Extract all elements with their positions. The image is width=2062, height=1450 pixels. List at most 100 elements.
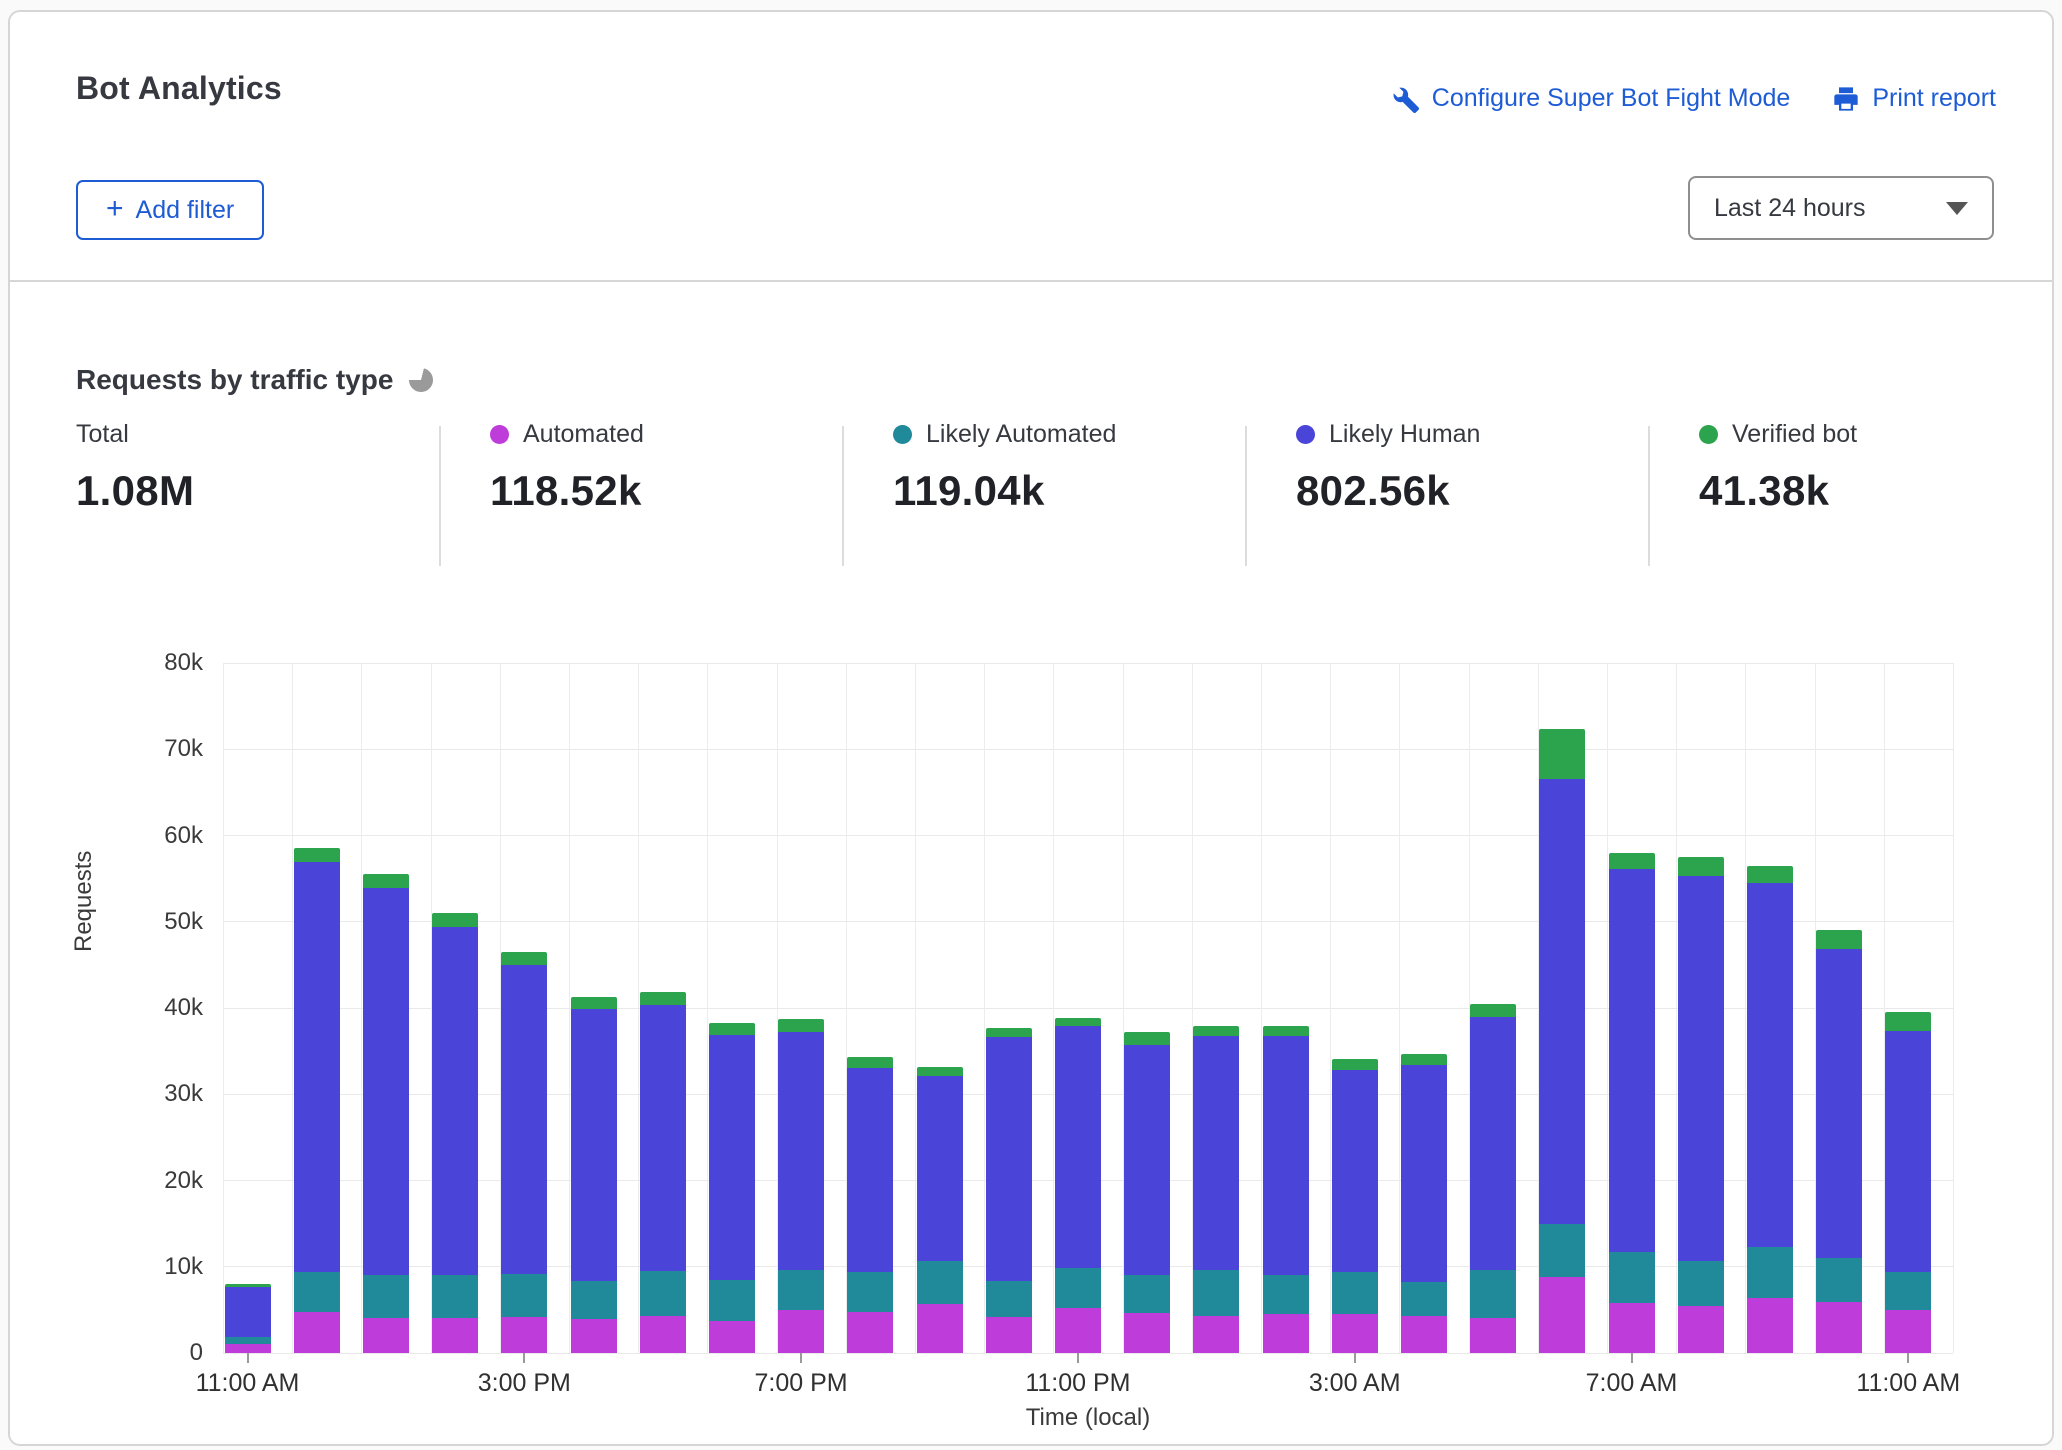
segment-likely-automated [778,1270,824,1310]
y-tick-label: 60k [83,822,203,850]
x-tick [1354,1353,1356,1363]
segment-likely-human [778,1032,824,1270]
segment-likely-human [571,1009,617,1282]
segment-automated [847,1312,893,1353]
stat-divider [1245,426,1247,566]
stat-label: Total [76,420,129,449]
segment-likely-automated [1055,1268,1101,1308]
bar-6-00-pm[interactable] [709,1023,755,1353]
segment-likely-automated [1401,1282,1447,1316]
stat-label: Likely Automated [926,420,1116,449]
stat-likely-human: Likely Human802.56k [1296,420,1686,515]
segment-verified-bot [432,913,478,927]
y-tick-label: 10k [83,1253,203,1281]
bar-10-00-pm[interactable] [986,1028,1032,1353]
segment-automated [1539,1277,1585,1353]
x-tick-label: 3:00 PM [404,1369,644,1398]
segment-likely-automated [1816,1258,1862,1302]
stat-value: 802.56k [1296,467,1686,515]
y-tick-label: 40k [83,994,203,1022]
bar-4-00-am[interactable] [1401,1054,1447,1353]
bar-1-00-am[interactable] [1193,1026,1239,1353]
segment-likely-automated [1678,1261,1724,1306]
bar-6-00-am[interactable] [1539,729,1585,1353]
segment-verified-bot [1055,1018,1101,1027]
section-title-row: Requests by traffic type [76,364,433,396]
bar-11-00-am[interactable] [225,1284,271,1353]
bar-7-00-pm[interactable] [778,1019,824,1353]
segment-automated [1263,1314,1309,1353]
time-range-select[interactable]: Last 24 hours [1688,176,1994,240]
segment-verified-bot [1401,1054,1447,1065]
segment-automated [1885,1310,1931,1353]
bar-12-00-am[interactable] [1124,1032,1170,1353]
stat-label: Verified bot [1732,420,1857,449]
segment-likely-human [1263,1036,1309,1275]
bar-11-00-am[interactable] [1885,1012,1931,1353]
segment-likely-automated [986,1281,1032,1317]
print-report-link[interactable]: Print report [1832,84,1996,113]
segment-verified-bot [1332,1059,1378,1070]
y-tick-label: 80k [83,649,203,677]
segment-automated [1747,1298,1793,1353]
configure-super-bot-fight-mode-link[interactable]: Configure Super Bot Fight Mode [1392,84,1791,113]
segment-automated [225,1344,271,1353]
segment-likely-automated [1539,1224,1585,1277]
bar-5-00-pm[interactable] [640,992,686,1353]
segment-likely-automated [225,1337,271,1345]
bar-7-00-am[interactable] [1609,853,1655,1353]
bar-4-00-pm[interactable] [571,997,617,1353]
x-tick [1907,1353,1909,1363]
segment-likely-automated [1609,1252,1655,1303]
segment-likely-automated [432,1275,478,1317]
stat-total: Total1.08M [76,420,466,515]
add-filter-button[interactable]: + Add filter [76,180,264,240]
segment-likely-automated [1747,1247,1793,1298]
stat-label: Automated [523,420,644,449]
legend-dot [1699,425,1718,444]
bar-2-00-pm[interactable] [432,913,478,1353]
bar-3-00-pm[interactable] [501,952,547,1353]
bar-10-00-am[interactable] [1816,930,1862,1353]
segment-likely-human [501,965,547,1274]
page-title: Bot Analytics [76,70,282,107]
x-tick-label: 3:00 AM [1235,1369,1475,1398]
segment-automated [1124,1313,1170,1353]
segment-likely-automated [709,1280,755,1321]
segment-likely-human [1401,1065,1447,1282]
bar-3-00-am[interactable] [1332,1059,1378,1353]
stat-divider [1648,426,1650,566]
bar-9-00-am[interactable] [1747,866,1793,1353]
segment-likely-human [847,1068,893,1272]
segment-automated [709,1321,755,1353]
segment-likely-automated [1193,1270,1239,1316]
bar-2-00-am[interactable] [1263,1026,1309,1353]
segment-likely-human [1332,1070,1378,1272]
bar-9-00-pm[interactable] [917,1067,963,1353]
y-tick-label: 50k [83,908,203,936]
segment-likely-human [432,927,478,1275]
bar-11-00-pm[interactable] [1055,1018,1101,1354]
traffic-type-stats: Total1.08MAutomated118.52kLikely Automat… [10,420,2052,570]
stat-divider [842,426,844,566]
bar-5-00-am[interactable] [1470,1004,1516,1353]
segment-verified-bot [1678,857,1724,876]
bar-12-00-pm[interactable] [294,848,340,1353]
stat-value: 119.04k [893,467,1283,515]
segment-verified-bot [1816,930,1862,949]
segment-automated [1193,1316,1239,1353]
bar-8-00-pm[interactable] [847,1057,893,1353]
plus-icon: + [106,194,124,224]
h-gridline [223,749,1953,750]
x-tick [1631,1353,1633,1363]
segment-likely-human [1678,876,1724,1261]
x-tick [523,1353,525,1363]
segment-verified-bot [847,1057,893,1067]
bar-8-00-am[interactable] [1678,857,1724,1353]
segment-verified-bot [917,1067,963,1076]
chevron-down-icon [1946,202,1968,215]
stat-value: 41.38k [1699,467,2062,515]
h-gridline [223,663,1953,664]
bar-1-00-pm[interactable] [363,874,409,1353]
segment-verified-bot [1470,1004,1516,1017]
